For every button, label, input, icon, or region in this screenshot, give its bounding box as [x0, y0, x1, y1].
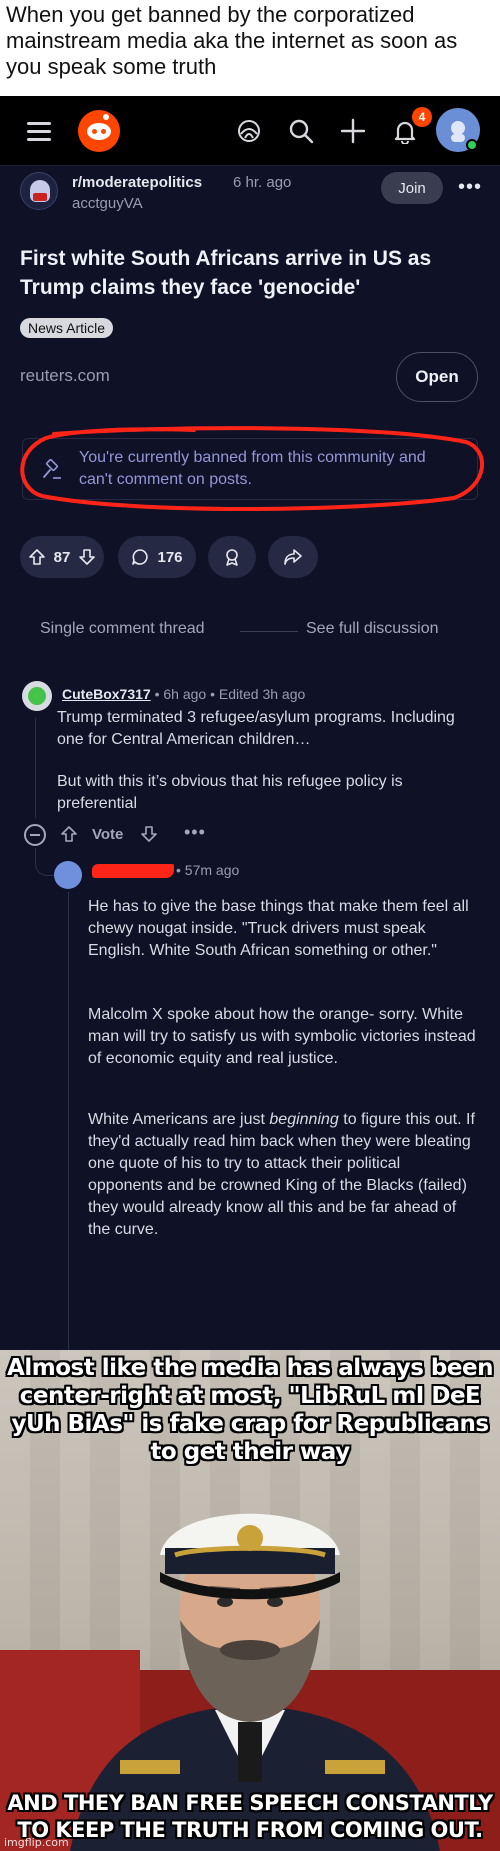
single-thread-label: Single comment thread: [40, 620, 205, 637]
meme-bottom-text: AND THEY BAN FREE SPEECH CONSTANTLY TO K…: [7, 1791, 493, 1842]
online-indicator: [466, 139, 478, 151]
communities-icon[interactable]: [234, 116, 264, 146]
comment-paragraph: But with this it’s obvious that his refu…: [57, 773, 403, 812]
imgflip-watermark: imgflip.com: [4, 1836, 69, 1849]
meme-caption: When you get banned by the corporatized …: [0, 0, 500, 96]
reply-paragraph: Malcolm X spoke about how the orange- so…: [88, 1006, 476, 1067]
search-icon[interactable]: [286, 116, 316, 146]
hamburger-icon[interactable]: [24, 117, 54, 145]
caption-text: When you get banned by the corporatized …: [6, 2, 458, 79]
comments-button[interactable]: 176: [118, 536, 196, 578]
post-actions: 87 176: [20, 536, 480, 580]
award-button[interactable]: [208, 536, 256, 578]
ban-notice: You're currently banned from this commun…: [22, 438, 478, 500]
join-button[interactable]: Join: [381, 172, 443, 204]
reply-time: • 57m ago: [176, 862, 240, 878]
thread-navigation: Single comment thread See full discussio…: [20, 618, 480, 642]
thread-line[interactable]: [68, 892, 69, 1350]
comment-meta: CuteBox7317 • 6h ago • Edited 3h ago: [62, 686, 305, 702]
share-button[interactable]: [268, 536, 318, 578]
redacted-username-scribble: [92, 864, 174, 878]
comment-actions: Vote •••: [24, 822, 324, 848]
thread-line[interactable]: [35, 718, 36, 818]
meme-top-text: Almost like the media has always been ce…: [7, 1355, 493, 1465]
reply-paragraph: He has to give the base things that make…: [88, 898, 469, 959]
ban-message: You're currently banned from this commun…: [79, 449, 426, 488]
reply-connector: [35, 848, 55, 876]
commenter-avatar[interactable]: [22, 681, 52, 711]
see-full-discussion-link[interactable]: See full discussion: [306, 620, 439, 638]
vote-pill: 87: [20, 536, 104, 578]
link-domain[interactable]: reuters.com: [20, 366, 110, 386]
post-time: 6 hr. ago: [233, 174, 292, 191]
upvote-icon[interactable]: [28, 548, 46, 566]
upvote-count: 87: [53, 548, 71, 566]
notification-badge: 4: [412, 107, 432, 127]
comment-paragraph: Trump terminated 3 refugee/asylum progra…: [57, 709, 455, 748]
thread-divider: [240, 631, 298, 632]
open-button[interactable]: Open: [396, 352, 478, 402]
downvote-icon[interactable]: [140, 825, 158, 843]
reddit-logo[interactable]: [78, 110, 120, 152]
subreddit-avatar[interactable]: [20, 172, 58, 210]
comment-more-icon[interactable]: •••: [184, 822, 206, 843]
gavel-icon: [41, 458, 63, 481]
reply-avatar[interactable]: [54, 861, 82, 889]
post-header: r/moderatepolitics 6 hr. ago acctguyVA J…: [20, 172, 482, 232]
comment-time: • 6h ago • Edited 3h ago: [154, 686, 306, 702]
reddit-top-bar: 4: [0, 96, 500, 166]
collapse-icon[interactable]: [24, 824, 46, 846]
post-title[interactable]: First white South Africans arrive in US …: [20, 244, 480, 302]
link-row: reuters.com Open: [20, 352, 480, 404]
subreddit-name[interactable]: r/moderatepolitics: [72, 174, 202, 191]
post-author[interactable]: acctguyVA: [72, 195, 143, 212]
share-icon: [283, 548, 303, 566]
downvote-icon[interactable]: [78, 548, 96, 566]
reddit-screenshot: 4 r/moderatepolitics 6 hr. ago acctguyVA…: [0, 96, 500, 1350]
post-flair: News Article: [20, 318, 114, 338]
reply-paragraph: White Americans are just beginning to fi…: [88, 1111, 475, 1238]
upvote-icon[interactable]: [60, 825, 78, 843]
plus-icon[interactable]: [338, 116, 368, 146]
vote-label: Vote: [92, 826, 124, 843]
post-more-icon[interactable]: •••: [458, 176, 482, 199]
comment-count: 176: [157, 548, 183, 566]
award-icon: [223, 548, 241, 566]
comment-icon: [131, 548, 149, 566]
comment-username[interactable]: CuteBox7317: [62, 686, 151, 702]
captain-obvious-meme: Almost like the media has always been ce…: [0, 1350, 500, 1851]
